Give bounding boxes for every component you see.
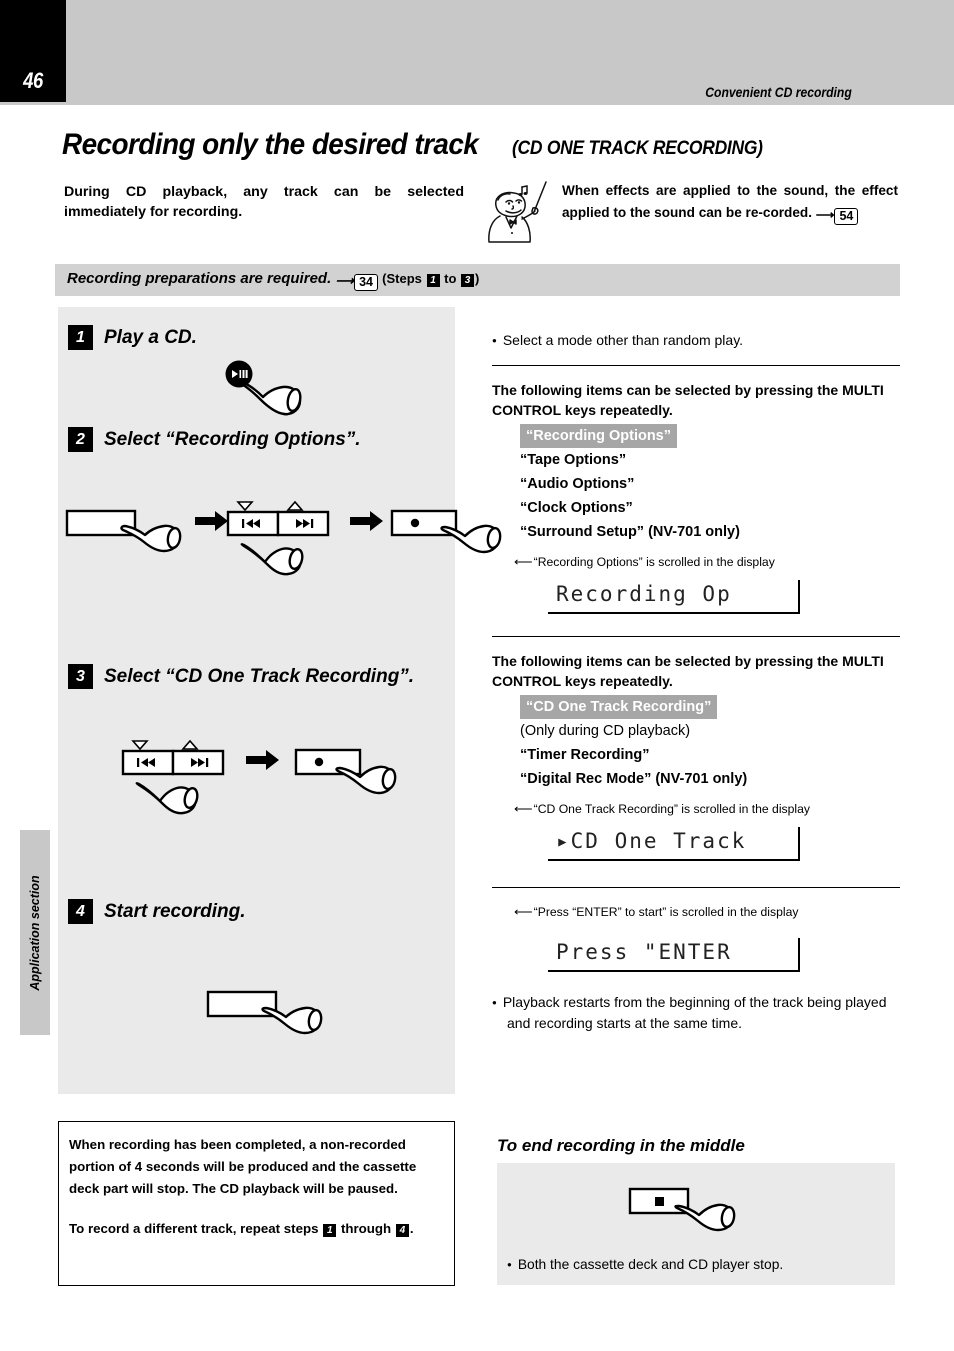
multi-control-keys-icon [121,739,225,776]
step-1-badge: 1 [68,325,93,350]
block-1-scroll-text: “Recording Options” is scrolled in the d… [533,555,775,569]
multi-control-keys-icon [226,500,330,537]
divider-1 [492,365,900,366]
lcd-text-3: Press "ENTER [556,940,732,964]
lcd-text-1: Recording Op [556,582,732,606]
section-title: Convenient CD recording [705,85,852,100]
step-1-heading: 1 Play a CD. [68,325,197,350]
block-2-scroll-note: ⟵“CD One Track Recording” is scrolled in… [492,801,900,817]
menu-item-row[interactable]: “CD One Track Recording” [520,695,900,719]
step-4-badge: 4 [68,899,93,924]
step-1-illustration [218,359,348,434]
menu-item-only-during-cd-playback-note: (Only during CD playback) [520,723,691,739]
arrow-left-icon: ⟵ [514,801,533,816]
step-3-label: Select “CD One Track Recording”. [104,665,415,687]
intro-right-text: When effects are applied to the sound, t… [562,180,898,227]
block-1-scroll-note: ⟵“Recording Options” is scrolled in the … [492,554,900,570]
page-reference-54[interactable]: ⟶ 54 [816,205,859,227]
note-p2-pre: To record a different track, repeat step… [69,1221,319,1236]
page-reference-34[interactable]: ⟶ 34 [335,273,378,291]
page-reference-number: 54 [834,208,859,225]
note-step-from: 1 [323,1224,337,1237]
block-3-scroll-note: ⟵“Press “ENTER” to start” is scrolled in… [492,904,900,920]
arrow-right-icon [350,511,383,531]
end-recording-bullet: Both the cassette deck and CD player sto… [507,1255,902,1275]
prep-step-from: 1 [426,274,440,287]
end-recording-heading: To end recording in the middle [497,1136,745,1155]
step-4-heading: 4 Start recording. [68,899,245,924]
lcd-display-1: Recording Op [548,580,800,614]
prep-steps-suffix: ) [475,271,480,286]
step-4-illustration [203,982,353,1060]
note-paragraph-1: When recording has been completed, a non… [69,1137,417,1196]
step-3-heading: 3 Select “CD One Track Recording”. [68,664,414,689]
block-3-bullet: Playback restarts from the beginning of … [492,992,900,1033]
lcd-display-2: ▸CD One Track [548,827,800,861]
page-number-tab: 46 [0,0,66,102]
note-step-to: 4 [395,1224,409,1237]
note-p2-post: . [409,1221,414,1236]
page-title-sub: (CD ONE TRACK RECORDING) [511,138,763,159]
prep-bar-text: Recording preparations are required. [67,270,332,287]
arrow-left-icon: ⟵ [514,904,533,919]
arrow-right-icon [246,750,279,770]
intro-left-text: During CD playback, any track can be sel… [64,184,464,220]
end-recording-box: Both the cassette deck and CD player sto… [497,1163,895,1285]
menu-item-surround-setup[interactable]: “Surround Setup” (NV-701 only) [520,520,900,544]
divider-3 [492,887,900,888]
prep-bar-content: Recording preparations are required. ⟶ 34… [67,270,479,291]
step-4-label: Start recording. [104,900,246,922]
block-3-scroll-text: “Press “ENTER” to start” is scrolled in … [533,905,799,919]
arrow-right-icon: ⟶ [335,273,355,288]
prep-bar-steps: (Steps 1 to 3) [382,271,480,287]
steps-panel: 1 Play a CD. 2 Select “Recording Options… [58,307,502,1094]
arrow-left-icon: ⟵ [514,554,533,569]
prep-steps-prefix: (Steps [382,271,422,286]
menu-item-audio-options[interactable]: “Audio Options” [520,472,900,496]
menu-item-timer-recording[interactable]: “Timer Recording” [520,743,900,767]
step-2-badge: 2 [68,427,93,452]
lcd-display-3: Press "ENTER [548,938,800,972]
lcd-text-2: ▸CD One Track [556,829,747,853]
menu-item-clock-options[interactable]: “Clock Options” [520,496,900,520]
menu-item-recording-options[interactable]: “Recording Options” [520,424,677,448]
menu-item-row[interactable]: “Recording Options” [520,424,900,448]
divider-2 [492,636,900,637]
menu-item-digital-rec-mode[interactable]: “Digital Rec Mode” (NV-701 only) [520,767,900,791]
arrow-right-icon: ⟶ [815,207,835,222]
note-paragraph-2: To record a different track, repeat step… [69,1218,445,1240]
side-tab-label: Application section [28,874,42,991]
step-1-label: Play a CD. [104,326,197,348]
right-column: Select a mode other than random play. Th… [492,330,900,1033]
block-2-heading: The following items can be selected by p… [492,653,884,689]
stop-key-illustration [625,1181,775,1251]
page-title: Recording only the desired track (CD ONE … [62,128,922,162]
prep-bar: Recording preparations are required. ⟶ 34… [55,264,900,296]
prep-steps-to-word: to [444,271,457,286]
block-2-scroll-text: “CD One Track Recording” is scrolled in … [533,802,810,816]
menu-block-1: The following items can be selected by p… [492,380,900,614]
page-title-main: Recording only the desired track [62,128,479,161]
mode-bullet: Select a mode other than random play. [492,330,900,351]
block-1-menu-list: “Recording Options” “Tape Options” “Audi… [492,424,900,549]
step-2-heading: 2 Select “Recording Options”. [68,427,361,452]
block-1-heading: The following items can be selected by p… [492,382,884,418]
menu-block-3: ⟵“Press “ENTER” to start” is scrolled in… [492,904,900,1033]
prep-step-to: 3 [461,274,475,287]
note-box: When recording has been completed, a non… [58,1121,455,1286]
step-2-illustration [62,500,502,584]
menu-item-cd-one-track-recording[interactable]: “CD One Track Recording” [520,695,718,719]
mascot-conductor-icon [484,178,558,244]
note-p2-mid: through [340,1221,392,1236]
menu-item-tape-options[interactable]: “Tape Options” [520,448,900,472]
menu-block-2: The following items can be selected by p… [492,651,900,861]
step-2-label: Select “Recording Options”. [104,428,361,450]
side-tab-application-section: Application section [20,830,50,1035]
block-2-menu-list: “CD One Track Recording” (Only during CD… [492,695,900,796]
page-reference-number: 34 [354,274,378,291]
arrow-right-icon [195,511,228,531]
page-number: 46 [23,68,43,93]
step-3-badge: 3 [68,664,93,689]
step-3-illustration [113,739,423,823]
